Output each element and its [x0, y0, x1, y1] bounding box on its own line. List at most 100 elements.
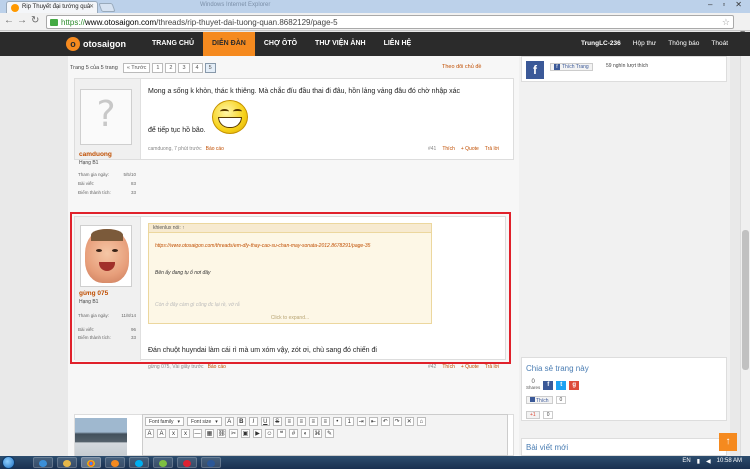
font-size-select[interactable]: Font size ▾: [186, 417, 222, 426]
reply-link[interactable]: Trả lời: [485, 364, 499, 370]
hr-icon[interactable]: —: [193, 429, 202, 438]
scrollbar-thumb[interactable]: [742, 230, 749, 370]
facebook-page-image[interactable]: f: [526, 61, 544, 79]
post-meta: camduong, 7 phút trước Báo cáo: [148, 146, 224, 152]
unlink-icon[interactable]: ✂: [229, 429, 238, 438]
taskbar-app-icon[interactable]: [153, 457, 173, 468]
like-link[interactable]: Thích: [442, 146, 455, 152]
subscript-icon[interactable]: x: [169, 429, 178, 438]
justify-icon[interactable]: ≡: [320, 417, 330, 426]
table-icon[interactable]: ▦: [205, 429, 214, 438]
toggle-bbcode-icon[interactable]: ⌂: [416, 417, 426, 426]
smiley-icon[interactable]: ☺: [265, 429, 274, 438]
pagination-page-5[interactable]: 5: [204, 63, 216, 73]
facebook-share-icon[interactable]: f: [543, 380, 554, 390]
nav-home[interactable]: TRANG CHỦ: [143, 32, 203, 56]
draft-icon[interactable]: ✎: [325, 429, 334, 438]
alerts-link[interactable]: Thông báo: [662, 32, 705, 56]
forward-arrow-icon[interactable]: →: [17, 15, 27, 26]
close-window-icon[interactable]: ✕: [735, 0, 742, 11]
align-left-icon[interactable]: ≡: [284, 417, 294, 426]
nav-contact[interactable]: LIÊN HỆ: [375, 32, 421, 56]
reload-icon[interactable]: ↻: [31, 15, 39, 26]
nav-forum[interactable]: DIỄN ĐÀN: [203, 32, 255, 56]
pagination-page-1[interactable]: 1: [152, 63, 164, 73]
language-indicator[interactable]: EN: [682, 458, 690, 465]
network-icon[interactable]: ▮: [697, 458, 700, 465]
maximize-icon[interactable]: ▫: [722, 0, 725, 11]
start-button-icon[interactable]: [2, 456, 15, 469]
quote-link[interactable]: + Quote: [461, 146, 479, 152]
bold-icon[interactable]: B: [236, 417, 246, 426]
windows-taskbar: EN ▮ ◀ 10:58 AM: [0, 456, 750, 469]
report-link[interactable]: Báo cáo: [206, 146, 224, 152]
logout-link[interactable]: Thoát: [705, 32, 734, 56]
bullet-list-icon[interactable]: •: [332, 417, 342, 426]
pagination-page-3[interactable]: 3: [178, 63, 190, 73]
google-plus-share-icon[interactable]: g: [569, 380, 580, 390]
back-arrow-icon[interactable]: ←: [4, 15, 14, 26]
user-menu[interactable]: TrungLC-236: [575, 32, 627, 56]
redo-icon[interactable]: ↷: [392, 417, 402, 426]
twitter-share-icon[interactable]: t: [556, 380, 567, 390]
clock[interactable]: 10:58 AM: [717, 458, 742, 465]
taskbar-media-icon[interactable]: [105, 457, 125, 468]
report-link[interactable]: Báo cáo: [208, 364, 226, 370]
post-number[interactable]: #42: [428, 364, 436, 370]
quote-icon[interactable]: ❝: [277, 429, 286, 438]
facebook-like-button[interactable]: Thích: [526, 396, 553, 404]
browser-tab[interactable]: Rip Thuyết đại tướng quâ ✕: [6, 1, 98, 13]
spoiler-icon[interactable]: ◐: [301, 429, 310, 438]
site-logo[interactable]: o otosaigon: [66, 37, 126, 51]
taskbar-explorer-icon[interactable]: [57, 457, 77, 468]
align-center-icon[interactable]: ≡: [296, 417, 306, 426]
undo-icon[interactable]: ↶: [380, 417, 390, 426]
pagination-page-2[interactable]: 2: [165, 63, 177, 73]
italic-icon[interactable]: I: [248, 417, 258, 426]
close-tab-icon[interactable]: ✕: [89, 3, 94, 10]
outdent-icon[interactable]: ⇤: [368, 417, 378, 426]
volume-icon[interactable]: ◀: [706, 458, 711, 465]
align-right-icon[interactable]: ≡: [308, 417, 318, 426]
pagination-page-4[interactable]: 4: [191, 63, 203, 73]
image-icon[interactable]: ▣: [241, 429, 250, 438]
remove-format-icon[interactable]: ✕: [404, 417, 414, 426]
avatar[interactable]: ?: [80, 89, 132, 145]
follow-thread-link[interactable]: Theo dõi chủ đề: [442, 64, 481, 70]
numbered-list-icon[interactable]: 1: [344, 417, 354, 426]
page-scrollbar[interactable]: [740, 56, 750, 456]
strikethrough-icon[interactable]: S: [272, 417, 282, 426]
code-icon[interactable]: #: [289, 429, 298, 438]
address-bar[interactable]: https://www.otosaigon.com/threads/rip-th…: [46, 15, 734, 29]
like-link[interactable]: Thích: [442, 364, 455, 370]
quote-link[interactable]: + Quote: [461, 364, 479, 370]
reply-link[interactable]: Trả lời: [485, 146, 499, 152]
font-size-up-icon[interactable]: A: [157, 429, 166, 438]
new-tab-button[interactable]: [98, 3, 116, 12]
highlight-color-icon[interactable]: A: [145, 429, 154, 438]
media-icon[interactable]: ▶: [253, 429, 262, 438]
indent-icon[interactable]: ⇥: [356, 417, 366, 426]
font-family-select[interactable]: Font family ▾: [145, 417, 184, 426]
attach-icon[interactable]: ⌘: [313, 429, 322, 438]
pagination-prev[interactable]: « Trước: [122, 63, 151, 73]
bookmark-star-icon[interactable]: ☆: [722, 17, 730, 28]
google-plus-one-button[interactable]: +1: [526, 411, 540, 419]
inbox-link[interactable]: Hộp thư: [627, 32, 663, 56]
text-color-icon[interactable]: A: [224, 417, 234, 426]
underline-icon[interactable]: U: [260, 417, 270, 426]
nav-gallery[interactable]: THƯ VIỆN ẢNH: [306, 32, 375, 56]
link-icon[interactable]: ⛓: [217, 429, 226, 438]
nav-car-market[interactable]: CHỢ ÔTÔ: [255, 32, 306, 56]
facebook-like-page-button[interactable]: f Thích Trang: [550, 63, 593, 71]
username[interactable]: camduong: [79, 151, 112, 158]
taskbar-chrome-icon[interactable]: [81, 457, 101, 468]
taskbar-ie-icon[interactable]: [33, 457, 53, 468]
minimize-icon[interactable]: –: [708, 0, 712, 11]
superscript-icon[interactable]: x: [181, 429, 190, 438]
post-number[interactable]: #41: [428, 146, 436, 152]
scroll-to-top-icon[interactable]: ↑: [719, 433, 737, 451]
taskbar-skype-icon[interactable]: [129, 457, 149, 468]
taskbar-word-icon[interactable]: [201, 457, 221, 468]
taskbar-app-icon[interactable]: [177, 457, 197, 468]
